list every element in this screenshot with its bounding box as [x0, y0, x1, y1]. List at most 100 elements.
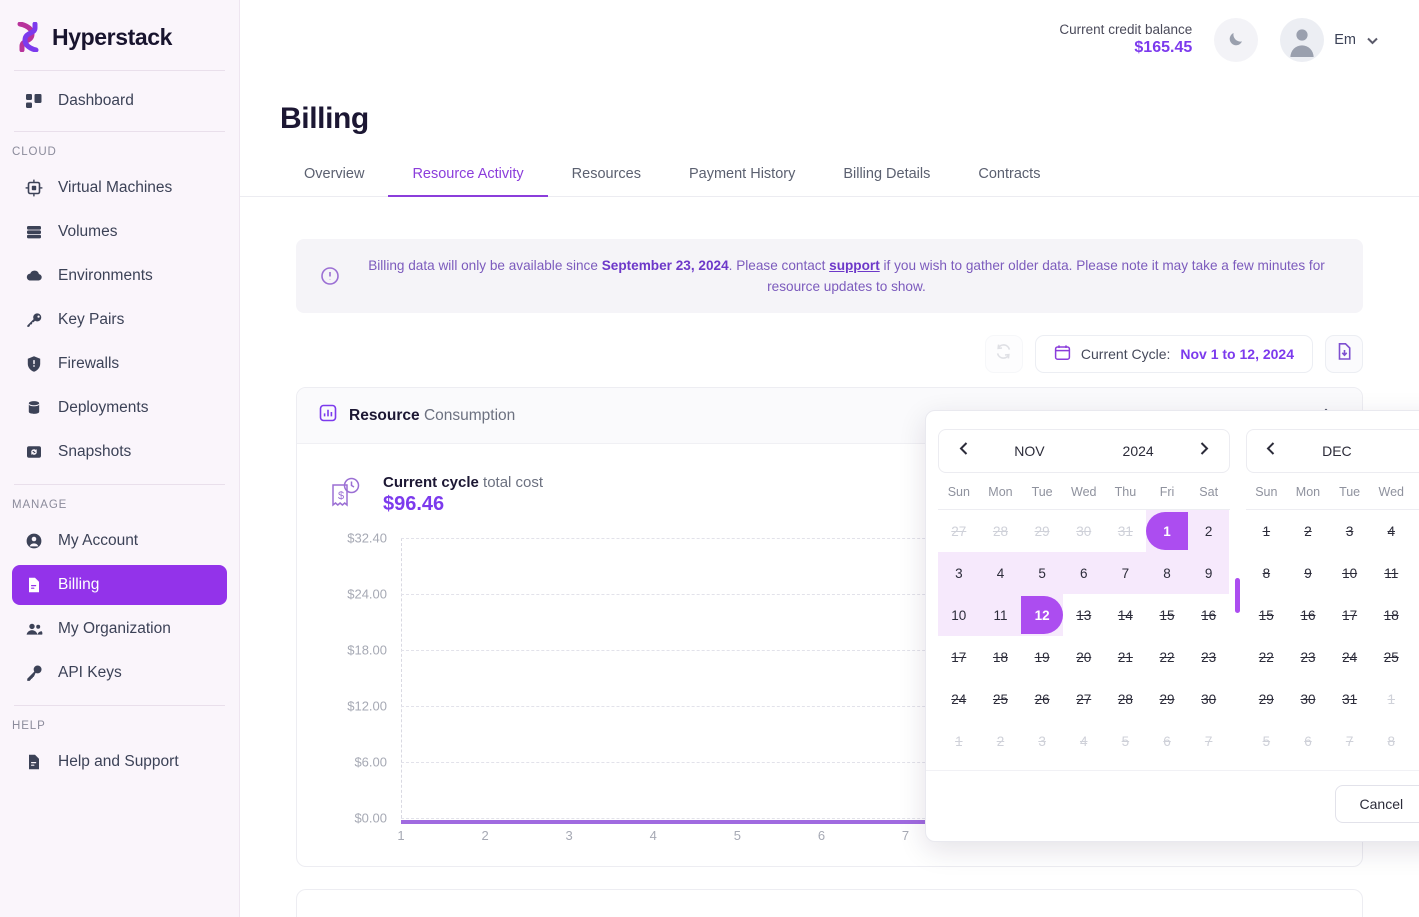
calendar-day[interactable]: 4	[979, 552, 1022, 594]
calendar-nov-year[interactable]: 2024	[1084, 443, 1193, 459]
support-link[interactable]: support	[829, 258, 880, 273]
sidebar-item-dashboard[interactable]: Dashboard	[12, 81, 227, 121]
chart-y-tick: $6.00	[354, 754, 387, 770]
calendar-day-number: 25	[1383, 649, 1399, 665]
calendar-day: 21	[1105, 636, 1147, 678]
tab-resource-activity[interactable]: Resource Activity	[388, 166, 548, 197]
sidebar-item-label: API Keys	[58, 664, 122, 681]
theme-toggle-button[interactable]	[1214, 18, 1259, 62]
hyperstack-logo-icon	[16, 21, 42, 53]
calendar-day[interactable]: 1	[1146, 510, 1188, 552]
cycle-date-range-button[interactable]: Current Cycle: Nov 1 to 12, 2024	[1034, 335, 1313, 374]
calendar-day-number: 1	[955, 733, 963, 749]
sidebar-item-api-keys[interactable]: API Keys	[12, 653, 227, 693]
sidebar-item-billing[interactable]: Billing	[12, 565, 227, 605]
chart-y-tick: $18.00	[347, 642, 387, 658]
sidebar-item-my-organization[interactable]: My Organization	[12, 609, 227, 649]
calendar-day: 24	[1329, 636, 1371, 678]
calendar-day: 6	[1287, 720, 1329, 762]
calendar-dec-year[interactable]: 2024	[1391, 443, 1419, 459]
sidebar-item-label: Snapshots	[58, 443, 132, 460]
tab-overview[interactable]: Overview	[280, 166, 388, 196]
calendar-day: 16	[1188, 594, 1230, 636]
calendar-day-number: 20	[1076, 649, 1092, 665]
sidebar-item-label: Billing	[58, 576, 100, 593]
calendar-day-number: 6	[1079, 565, 1088, 581]
calendar-day-number: 22	[1159, 649, 1175, 665]
calendar-nov-days: 27 28 29 30 31 1 2 3 4 5 6 7 8 9 10 11 12 13 14 15 16 17 18 19 2…	[938, 510, 1230, 762]
calendar-scrollbar-thumb[interactable]	[1235, 578, 1240, 613]
cycle-prefix: Current Cycle:	[1080, 346, 1171, 363]
cpu-icon	[24, 178, 44, 198]
tab-billing-details[interactable]: Billing Details	[819, 166, 954, 196]
tab-payment-history[interactable]: Payment History	[665, 166, 819, 196]
calendar-day[interactable]: 11	[979, 594, 1022, 636]
calendar-day-number: 30	[1201, 691, 1217, 707]
credit-balance-label: Current credit balance	[1059, 21, 1193, 37]
calendar-dow-label: Wed	[1071, 485, 1097, 499]
calendar-day-number: 29	[1034, 523, 1050, 539]
banner-text-prefix: Billing data will only be available sinc…	[368, 258, 602, 273]
refresh-button[interactable]	[984, 335, 1023, 374]
calendar-dec-dow: SunMonTueWedThuFriSat	[1245, 479, 1419, 510]
calendar-nov-month[interactable]: NOV	[975, 443, 1084, 459]
calendar-day[interactable]: 3	[938, 552, 980, 594]
chevron-left-icon	[1264, 441, 1279, 461]
sidebar-item-volumes[interactable]: Volumes	[12, 212, 227, 252]
sidebar-item-key-pairs[interactable]: Key Pairs	[12, 300, 227, 340]
calendar-dow-label: Thu	[1412, 479, 1419, 509]
info-icon	[320, 266, 340, 286]
sidebar-item-firewalls[interactable]: Firewalls	[12, 344, 227, 384]
calendar-dow-label: Mon	[1295, 485, 1321, 499]
calendar-day-number: 15	[1159, 607, 1175, 623]
sidebar-item-label: Help and Support	[58, 753, 179, 770]
sidebar-item-label: My Account	[58, 532, 139, 549]
calendar-day[interactable]: 12	[1021, 594, 1063, 636]
calendar-day[interactable]: 8	[1146, 552, 1188, 594]
calendar-day-number: 17	[951, 649, 967, 665]
calendar-day: 22	[1246, 636, 1288, 678]
calendar-dec-month[interactable]: DEC	[1283, 443, 1392, 459]
sidebar-item-virtual-machines[interactable]: Virtual Machines	[12, 168, 227, 208]
chevron-left-icon	[957, 441, 972, 461]
user-name: Em	[1334, 32, 1356, 48]
tab-resources[interactable]: Resources	[548, 166, 665, 196]
calendar-day-number: 5	[1262, 733, 1271, 749]
calendar-day-number: 6	[1304, 733, 1312, 749]
sidebar-item-snapshots[interactable]: Snapshots	[12, 432, 227, 472]
calendar-day-number: 27	[1076, 691, 1092, 707]
calendar-day: 17	[1329, 594, 1371, 636]
download-button[interactable]	[1325, 335, 1363, 374]
sidebar-item-label: Deployments	[58, 399, 149, 416]
card-title-bold: Resource	[349, 406, 420, 424]
sidebar-item-environments[interactable]: Environments	[12, 256, 227, 296]
calendar-day[interactable]: 7	[1104, 552, 1147, 594]
calendar-prev-button[interactable]	[953, 440, 975, 462]
sidebar-item-deployments[interactable]: Deployments	[12, 388, 227, 428]
calendar-day[interactable]: 9	[1187, 552, 1230, 594]
calendar-day[interactable]: 6	[1062, 552, 1105, 594]
tab-contracts[interactable]: Contracts	[954, 166, 1064, 196]
calendar-prev-button[interactable]	[1261, 440, 1283, 462]
calendar-day[interactable]: 2	[1187, 510, 1230, 552]
calendar-day: 25	[980, 678, 1022, 720]
sidebar-item-my-account[interactable]: My Account	[12, 521, 227, 561]
calendar-day-number: 4	[1387, 523, 1395, 539]
calendar-day-number: 10	[951, 607, 967, 623]
user-menu[interactable]: Em	[1280, 18, 1379, 62]
calendar-day-number: 4	[996, 565, 1005, 581]
calendar-day[interactable]: 10	[938, 594, 980, 636]
sidebar-item-help-and-support[interactable]: Help and Support	[12, 742, 227, 782]
receipt-clock-icon: $	[327, 472, 367, 517]
cancel-button[interactable]: Cancel	[1334, 785, 1419, 823]
calendar-day-number: 8	[1262, 565, 1271, 581]
calendar-day: 2	[1412, 678, 1419, 720]
calendar-day: 26	[1021, 678, 1063, 720]
calendar-next-button[interactable]	[1193, 440, 1215, 462]
brand[interactable]: Hyperstack	[0, 0, 239, 70]
chart-y-tick: $32.40	[347, 530, 387, 546]
calendar-day: 14	[1105, 594, 1147, 636]
calendar-day: 3	[1329, 510, 1371, 552]
calendar-day[interactable]: 5	[1021, 552, 1063, 594]
calendar-day-number: 2	[996, 733, 1005, 749]
